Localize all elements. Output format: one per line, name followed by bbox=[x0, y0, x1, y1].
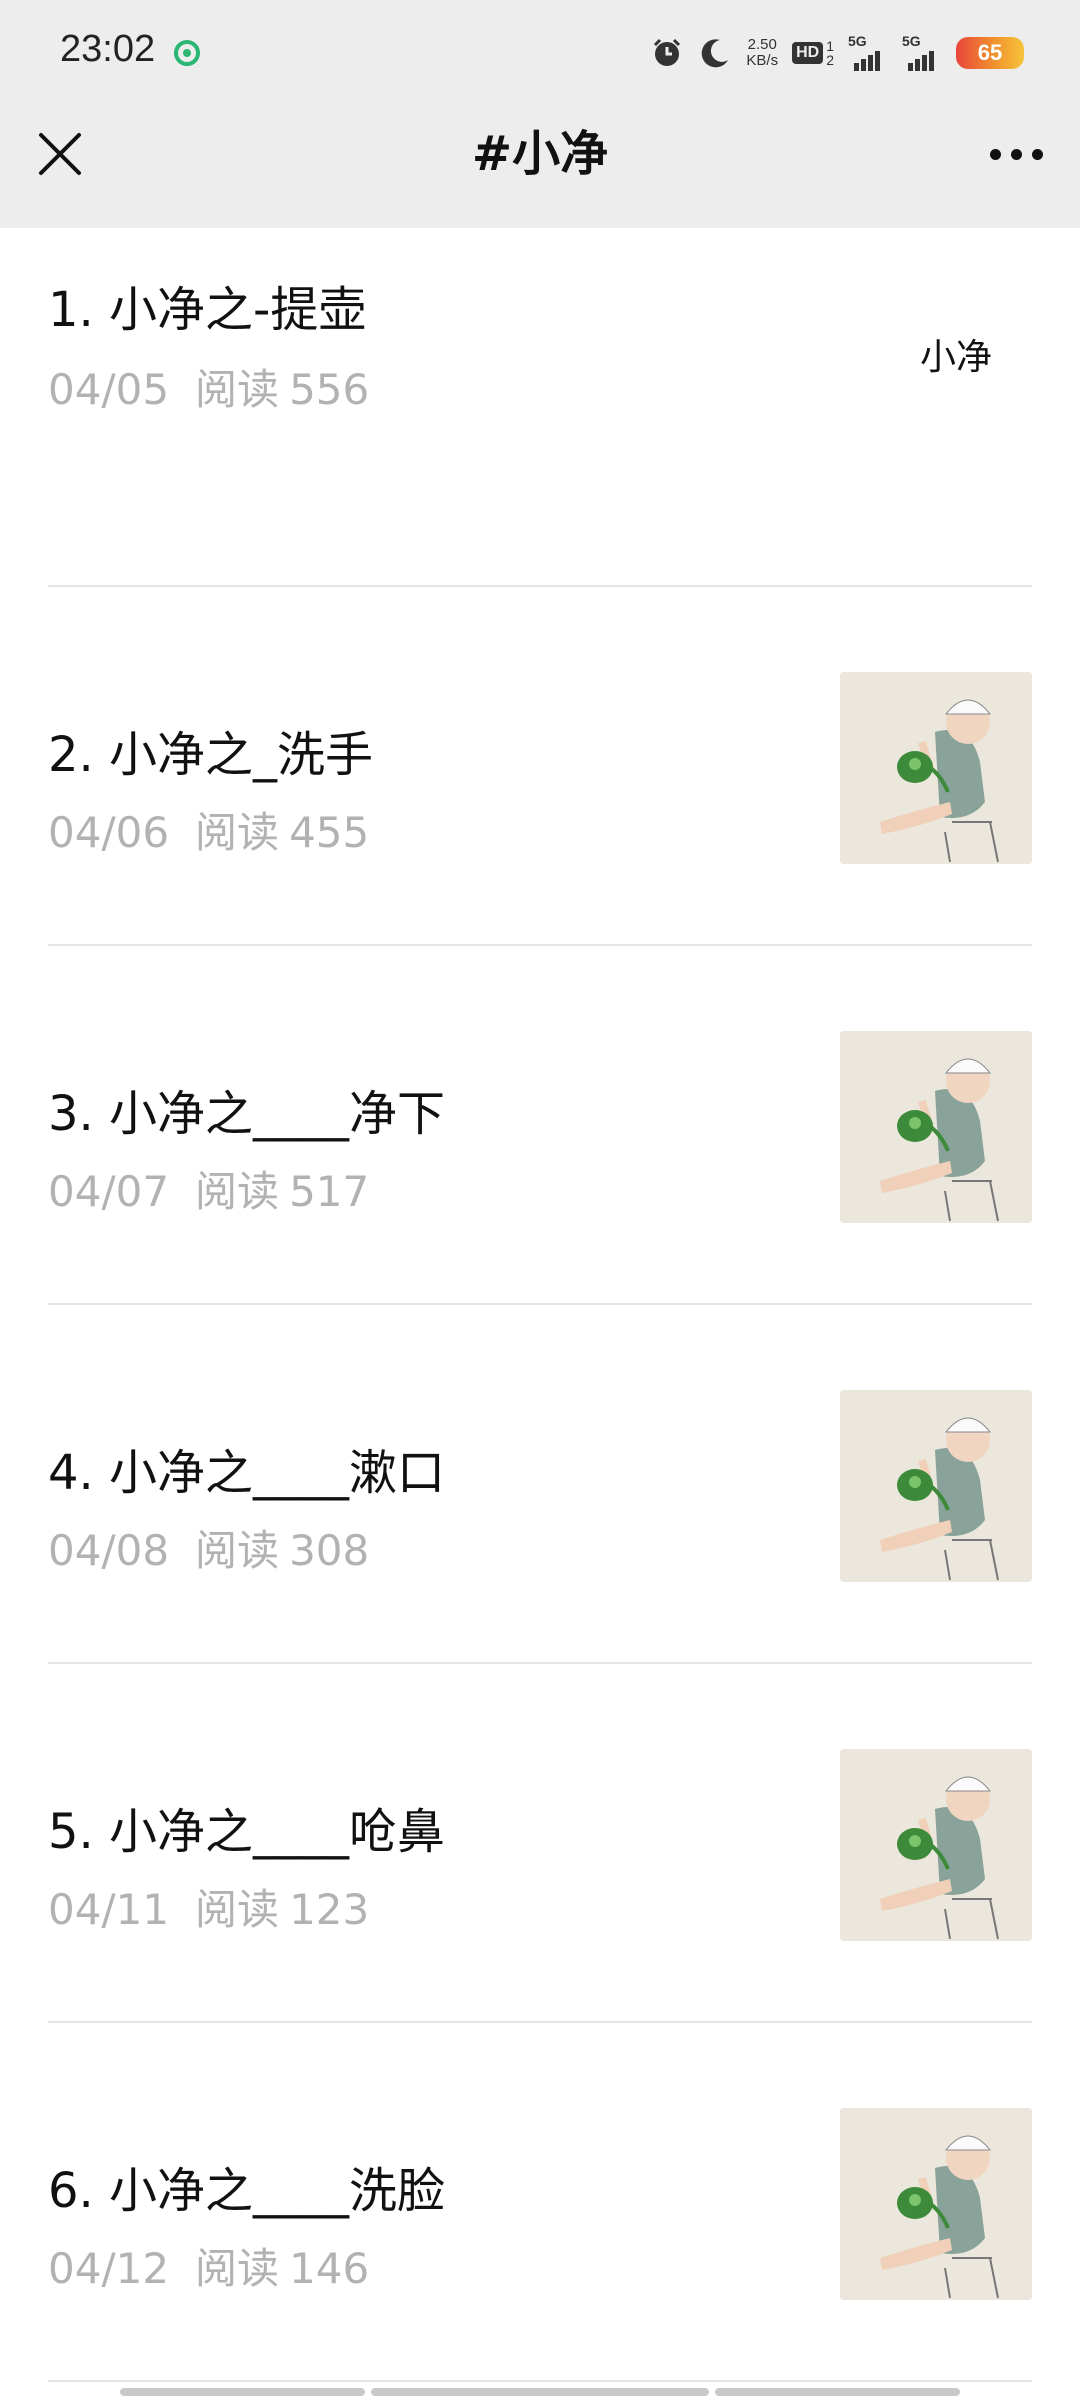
views-label: 阅读 bbox=[195, 365, 280, 414]
article-list: 1. 小净之-提壶 04/05阅读556 小净 • 2. 小净之_洗手 04/0… bbox=[0, 228, 1080, 2382]
views-label: 阅读 bbox=[195, 2244, 280, 2293]
article-title: 3. 小净之____净下 bbox=[48, 1086, 446, 1142]
indicator-bar bbox=[371, 2388, 709, 2396]
article-thumbnail bbox=[840, 2108, 1032, 2300]
article-row[interactable]: 4. 小净之____漱口 04/08 阅读 308 bbox=[48, 1305, 1032, 1664]
article-meta: 04/12 阅读 146 bbox=[48, 2235, 369, 2296]
article-title: 6. 小净之____洗脸 bbox=[48, 2163, 446, 2219]
views-count: 455 bbox=[289, 808, 370, 857]
views-count: 517 bbox=[289, 1167, 370, 1216]
article-title: 2. 小净之_洗手 bbox=[48, 727, 374, 783]
sim-slots: 1 2 bbox=[826, 39, 834, 67]
article-title: 5. 小净之____呛鼻 bbox=[48, 1804, 446, 1860]
article-thumbnail: 小净 • bbox=[840, 243, 1032, 435]
more-icon bbox=[989, 148, 1001, 160]
moon-icon bbox=[702, 39, 729, 68]
article-row[interactable]: 5. 小净之____呛鼻 04/11 阅读 123 bbox=[48, 1664, 1032, 2023]
more-icon-dot bbox=[1010, 148, 1022, 160]
signal-label-2: 5G bbox=[902, 33, 921, 49]
article-meta: 04/07 阅读 517 bbox=[48, 1158, 369, 1219]
article-title: 1. 小净之-提壶 bbox=[48, 282, 367, 338]
article-row[interactable]: 6. 小净之____洗脸 04/12 阅读 146 bbox=[48, 2023, 1032, 2382]
net-speed-value: 2.50 bbox=[747, 36, 777, 53]
status-bar: 23:02 2.50 KB/s HD 1 2 5G 5G 65 bbox=[0, 0, 1080, 106]
net-speed-unit: KB/s bbox=[746, 52, 779, 69]
more-button[interactable] bbox=[976, 124, 1056, 184]
views-label: 阅读 bbox=[195, 1526, 280, 1575]
sim-label-bottom: 2 bbox=[826, 52, 834, 68]
article-thumbnail bbox=[840, 1390, 1032, 1582]
boy-with-kettle-illustration bbox=[840, 1031, 1032, 1223]
indicator-bar bbox=[715, 2388, 960, 2396]
views-label: 阅读 bbox=[195, 1167, 280, 1216]
article-thumbnail bbox=[840, 1749, 1032, 1941]
signal-label-1: 5G bbox=[848, 33, 867, 49]
article-meta: 04/11 阅读 123 bbox=[48, 1876, 369, 1937]
article-thumbnail bbox=[840, 672, 1032, 864]
article-date: 04/11 bbox=[48, 1885, 170, 1934]
article-date: 04/08 bbox=[48, 1526, 170, 1575]
boy-with-kettle-illustration bbox=[840, 672, 1032, 864]
views-count: 146 bbox=[289, 2244, 370, 2293]
status-icons: 2.50 KB/s HD 1 2 5G 5G 65 bbox=[650, 30, 1024, 76]
boy-with-kettle-illustration bbox=[840, 2108, 1032, 2300]
article-meta: 04/06 阅读 455 bbox=[48, 799, 369, 860]
article-date: 04/06 bbox=[48, 808, 170, 857]
views-label: 阅读 bbox=[195, 808, 280, 857]
app-notification-icon bbox=[174, 40, 200, 66]
article-row[interactable]: 3. 小净之____净下 04/07 阅读 517 bbox=[48, 946, 1032, 1305]
article-date: 04/07 bbox=[48, 1167, 170, 1216]
boy-with-kettle-illustration bbox=[840, 1749, 1032, 1941]
article-row[interactable]: 2. 小净之_洗手 04/06 阅读 455 bbox=[48, 587, 1032, 946]
net-speed: 2.50 KB/s bbox=[746, 37, 778, 69]
thumbnail-text: 小净 bbox=[919, 337, 992, 378]
article-row[interactable]: 1. 小净之-提壶 04/05 阅读556 小净 • bbox=[48, 228, 1032, 587]
article-title: 4. 小净之____漱口 bbox=[48, 1445, 446, 1501]
hd-badge: HD 1 2 bbox=[792, 39, 834, 67]
bottom-indicator bbox=[120, 2388, 960, 2396]
views-label: 阅读 bbox=[195, 1885, 280, 1934]
signal-icon-1: 5G bbox=[848, 33, 888, 71]
article-thumbnail bbox=[840, 1031, 1032, 1223]
signal-icon-2: 5G bbox=[902, 33, 942, 71]
boy-with-kettle-illustration bbox=[840, 1390, 1032, 1582]
sim-label-top: 1 bbox=[826, 38, 834, 54]
article-date: 04/05 bbox=[48, 365, 170, 414]
views-count: 123 bbox=[289, 1885, 370, 1934]
status-time: 23:02 bbox=[60, 28, 156, 70]
views-count: 556 bbox=[289, 365, 370, 414]
views-count: 308 bbox=[289, 1526, 370, 1575]
hd-label: HD bbox=[792, 42, 824, 64]
more-icon-dot bbox=[1031, 148, 1043, 160]
article-meta: 04/05 阅读 556 bbox=[48, 356, 369, 417]
page-title: #小净 bbox=[471, 126, 609, 182]
nav-bar: #小净 bbox=[0, 106, 1080, 228]
indicator-bar bbox=[120, 2388, 365, 2396]
article-date: 04/12 bbox=[48, 2244, 170, 2293]
article-meta: 04/08 阅读 308 bbox=[48, 1517, 369, 1578]
battery-indicator: 65 bbox=[956, 37, 1024, 69]
alarm-icon bbox=[654, 38, 681, 66]
